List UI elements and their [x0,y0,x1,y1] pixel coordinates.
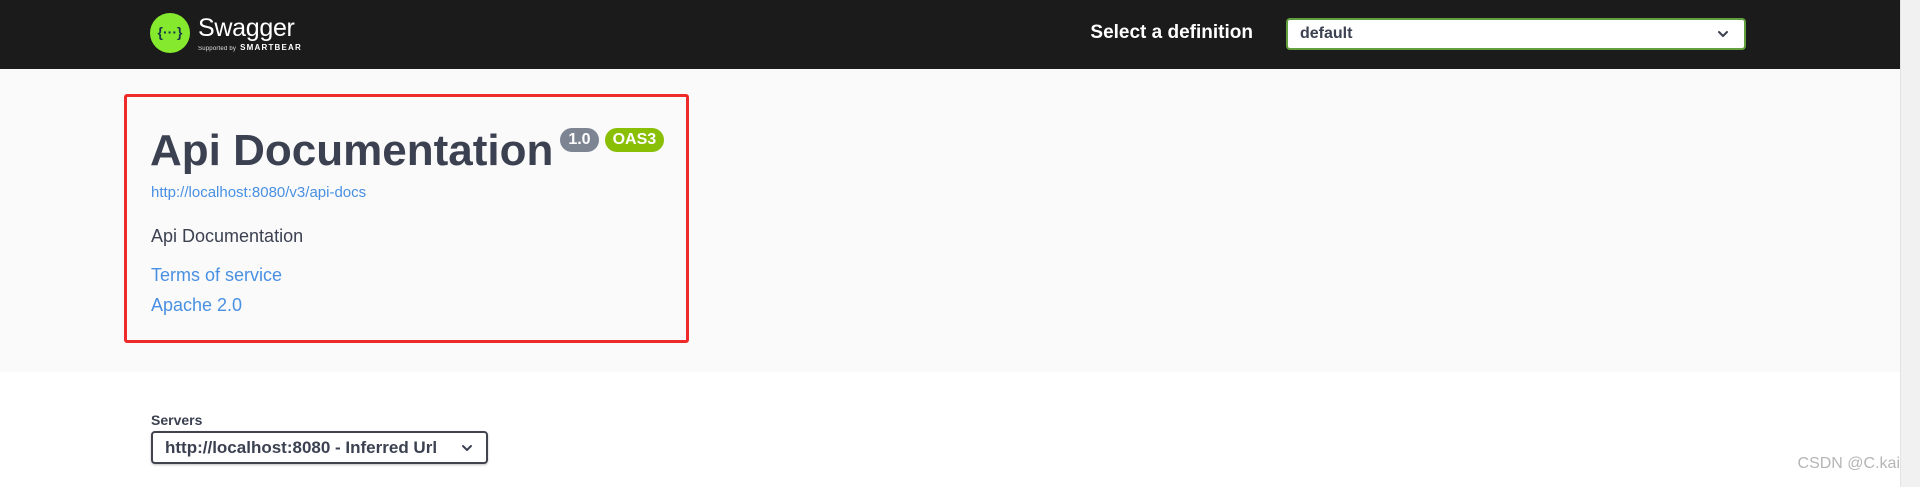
swagger-brand[interactable]: {···} Swagger Supported by SMARTBEAR [150,13,302,53]
topbar: {···} Swagger Supported by SMARTBEAR Sel… [0,0,1900,69]
definition-select-value: default [1300,25,1353,42]
chevron-down-icon [1718,31,1728,37]
brand-name: Swagger [198,13,295,42]
servers-select-value: http://localhost:8080 - Inferred Url [165,437,438,457]
servers-label: Servers [151,412,203,428]
brand-text: Swagger Supported by SMARTBEAR [198,15,302,52]
page-scrollbar[interactable] [1900,0,1920,487]
servers-select[interactable]: http://localhost:8080 - Inferred Url [151,431,488,464]
brand-subtitle: Supported by SMARTBEAR [198,43,302,52]
api-description: Api Documentation [151,226,304,246]
page-title: Api Documentation [150,126,554,175]
definition-select[interactable]: default [1286,18,1746,50]
swagger-logo-icon: {···} [150,13,190,53]
definition-label: Select a definition [1090,22,1253,43]
brand-vendor: SMARTBEAR [240,42,303,52]
svg-text:{···}: {···} [158,24,183,40]
oas-badge: OAS3 [604,128,665,152]
spec-url-link[interactable]: http://localhost:8080/v3/api-docs [151,184,366,201]
chevron-down-icon [462,444,472,451]
watermark: CSDN @C.kai [1797,455,1900,472]
terms-of-service-link[interactable]: Terms of service [151,265,282,286]
brand-supported-by: Supported by [198,45,237,52]
info-title-row: Api Documentation 1.0 OAS3 [150,124,665,178]
license-link[interactable]: Apache 2.0 [151,295,242,316]
version-badge: 1.0 [560,128,599,152]
